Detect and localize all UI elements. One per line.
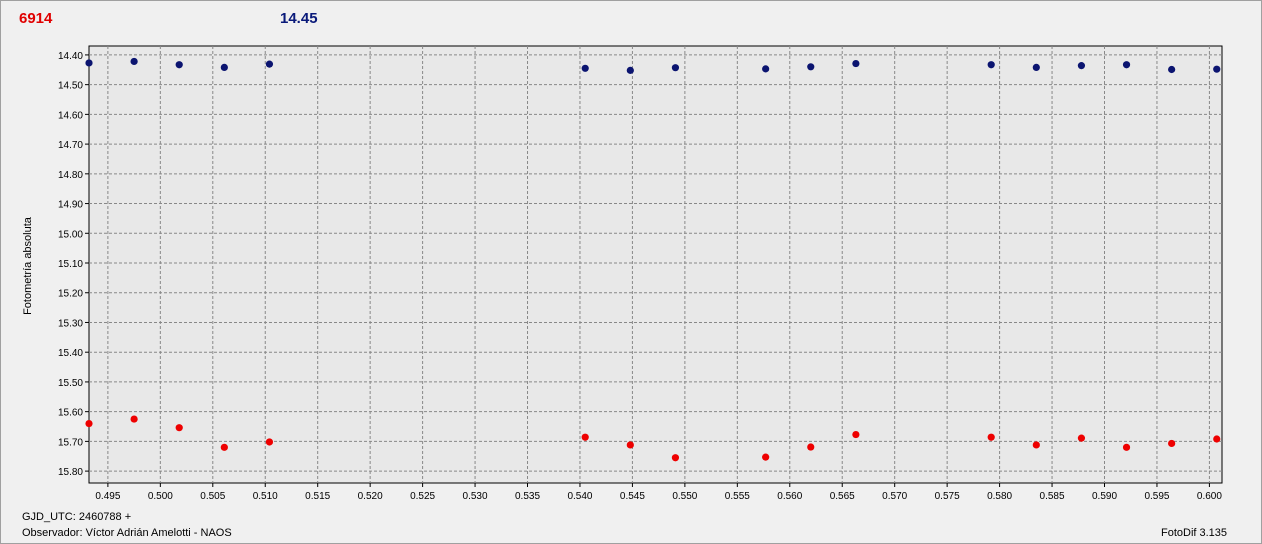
x-tick-label: 0.495 <box>95 491 120 502</box>
data-point <box>130 415 138 423</box>
y-tick-label: 14.40 <box>58 51 83 62</box>
data-point <box>762 65 770 73</box>
y-tick-label: 15.20 <box>58 289 83 300</box>
data-point <box>1077 434 1086 442</box>
y-tick-label: 15.80 <box>58 467 83 478</box>
data-point <box>852 430 860 439</box>
data-point <box>852 59 860 68</box>
x-tick-label: 0.575 <box>935 491 960 502</box>
x-tick-label: 0.555 <box>725 491 750 502</box>
y-tick-label: 15.70 <box>58 437 83 448</box>
x-tick-label: 0.545 <box>620 491 645 502</box>
x-tick-label: 0.535 <box>515 491 540 502</box>
data-point <box>85 59 93 67</box>
data-point <box>265 60 274 68</box>
data-point <box>1122 443 1131 451</box>
data-point <box>626 66 634 74</box>
data-point <box>1168 439 1176 448</box>
data-point <box>85 419 93 428</box>
x-tick-label: 0.565 <box>830 491 855 502</box>
data-point <box>671 454 680 462</box>
x-tick-label: 0.530 <box>463 491 488 502</box>
data-point <box>626 441 634 449</box>
scatter-plot: 14.40 14.50 14.60 14.70 14.80 14.90 15.00 15.10… <box>58 45 1223 502</box>
x-tick-label: 0.510 <box>253 491 278 502</box>
x-tick-label: 0.600 <box>1197 491 1222 502</box>
data-point <box>581 64 589 72</box>
data-point <box>987 61 995 69</box>
data-point <box>1032 63 1040 72</box>
data-point <box>1213 435 1221 443</box>
x-tick-label: 0.595 <box>1144 491 1169 502</box>
x-tick-label: 0.560 <box>777 491 802 502</box>
data-point <box>807 443 815 451</box>
data-point <box>1168 65 1176 74</box>
gjd-label: GJD_UTC: 2460788 + <box>22 511 132 523</box>
x-tick-label: 0.580 <box>987 491 1012 502</box>
y-tick-label: 15.40 <box>58 348 83 359</box>
y-tick-label: 15.30 <box>58 318 83 329</box>
data-point <box>762 453 770 461</box>
x-tick-label: 0.520 <box>358 491 383 502</box>
y-tick-label: 14.50 <box>58 81 83 92</box>
x-tick-label: 0.525 <box>410 491 435 502</box>
x-tick-label: 0.550 <box>672 491 697 502</box>
y-axis-label: Fotometría absoluta <box>22 217 34 315</box>
data-point <box>130 57 138 66</box>
y-tick-label: 14.90 <box>58 200 83 211</box>
data-point <box>220 443 228 451</box>
data-point <box>175 424 183 432</box>
y-tick-label: 15.50 <box>58 378 83 389</box>
software-version-label: FotoDif 3.135 <box>1161 527 1228 539</box>
y-tick-label: 15.60 <box>58 408 83 419</box>
data-point <box>987 433 995 441</box>
data-point <box>581 433 589 441</box>
y-tick-label: 15.10 <box>58 259 83 270</box>
y-tick-label: 14.80 <box>58 170 83 181</box>
y-tick-label: 14.70 <box>58 140 83 151</box>
data-point <box>807 63 815 71</box>
x-tick-label: 0.540 <box>567 491 592 502</box>
data-point <box>265 438 274 446</box>
chart-window: 6914 14.45 14.40 14.50 14.60 14.70 14.80 14.9… <box>0 0 1262 544</box>
x-tick-label: 0.585 <box>1040 491 1065 502</box>
x-tick-label: 0.570 <box>882 491 907 502</box>
x-axis-ticks: 0.495 0.500 0.505 0.510 0.515 0.520 0.525 0.530… <box>95 483 1222 502</box>
data-point <box>220 63 228 72</box>
x-tick-label: 0.515 <box>305 491 330 502</box>
x-tick-label: 0.500 <box>148 491 173 502</box>
data-point <box>1032 441 1040 449</box>
data-point <box>175 61 183 69</box>
data-point <box>671 64 680 72</box>
y-tick-label: 14.60 <box>58 110 83 121</box>
y-tick-label: 15.00 <box>58 229 83 240</box>
data-point <box>1122 61 1131 69</box>
data-point <box>1077 62 1086 70</box>
y-axis-ticks: 14.40 14.50 14.60 14.70 14.80 14.90 15.00 15.10… <box>58 51 89 478</box>
data-point <box>1213 65 1221 73</box>
observer-label: Observador: Víctor Adrián Amelotti - NAO… <box>22 527 232 539</box>
x-tick-label: 0.505 <box>200 491 225 502</box>
x-tick-label: 0.590 <box>1092 491 1117 502</box>
